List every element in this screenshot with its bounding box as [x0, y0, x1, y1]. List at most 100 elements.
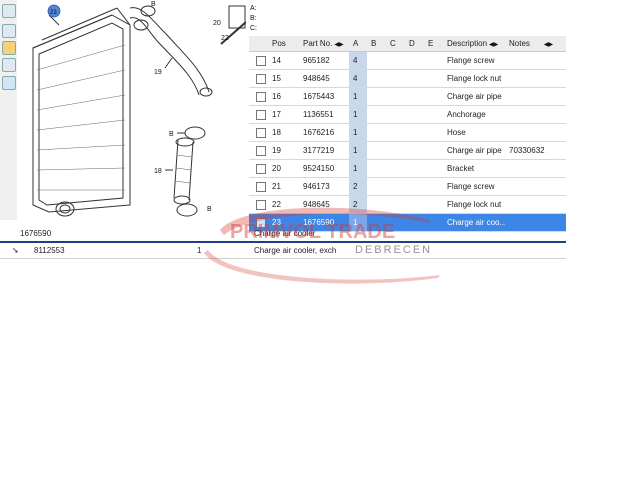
callout-label[interactable]: B [151, 1, 156, 8]
cell-a: 1 [353, 164, 358, 173]
cell-a: 1 [353, 146, 358, 155]
col-header-description[interactable]: Description ◀▶ [447, 36, 498, 51]
cell-description: Charge air pipe [447, 92, 502, 101]
fit-icon[interactable] [2, 58, 16, 72]
sort-arrows-icon[interactable]: ◀▶ [544, 42, 553, 48]
charge-air-cooler-core [38, 22, 124, 206]
cell-part-no: 948645 [303, 74, 330, 83]
cell-pos: 15 [272, 74, 281, 83]
cell-description: Flange screw [447, 182, 495, 191]
cell-a: 1 [353, 92, 358, 101]
select-icon[interactable] [2, 4, 16, 18]
table-row[interactable]: 22 948645 2 Flange lock nut [249, 196, 566, 214]
row-checkbox[interactable] [256, 182, 266, 192]
legend-b: B: [250, 15, 257, 22]
callout-label[interactable]: B [207, 206, 212, 213]
cell-notes: 70330632 [509, 146, 545, 155]
cell-part-no: 1676216 [303, 128, 335, 137]
subpart-description: Charge air cooler [254, 229, 316, 238]
callout-label[interactable]: 18 [154, 168, 162, 175]
callout-label[interactable]: 23 [50, 10, 57, 16]
col-header-b[interactable]: B [371, 36, 376, 51]
row-checkbox[interactable] [256, 164, 266, 174]
cell-part-no: 948645 [303, 200, 330, 209]
col-header-a[interactable]: A [353, 36, 358, 51]
col-header-part-no[interactable]: Part No. ◀▶ [303, 36, 344, 51]
cell-pos: 14 [272, 56, 281, 65]
navigate-icon[interactable] [2, 76, 16, 90]
parts-drawing: 23 19 B B 18 20 22 B [17, 0, 246, 220]
cell-description: Flange lock nut [447, 74, 502, 83]
subpart-number: 8112553 [34, 246, 65, 255]
cell-part-no: 965182 [303, 56, 330, 65]
cell-a: 2 [353, 182, 358, 191]
col-header-pos[interactable]: Pos [272, 36, 286, 51]
list-item[interactable]: 1676590 Charge air cooler [0, 226, 566, 243]
sort-arrows-icon[interactable]: ◀▶ [489, 42, 498, 48]
subpart-qty: 1 [197, 246, 202, 255]
table-row[interactable]: 20 9524150 1 Bracket [249, 160, 566, 178]
legend-c: C: [250, 25, 257, 32]
cell-part-no: 1136551 [303, 110, 334, 119]
cell-pos: 18 [272, 128, 281, 137]
table-row[interactable]: 19 3177219 1 Charge air pipe 70330632 [249, 142, 566, 160]
cell-part-no: 3177219 [303, 146, 335, 155]
cell-pos: 21 [272, 182, 281, 191]
cell-a: 2 [353, 200, 358, 209]
arrow-right-icon: ➘ [12, 246, 19, 255]
table-row[interactable]: 14 965182 4 Flange screw [249, 52, 566, 70]
callout-label[interactable]: 19 [154, 69, 162, 76]
cell-description: Charge air pipe [447, 146, 502, 155]
row-checkbox[interactable] [256, 146, 266, 156]
row-checkbox[interactable] [256, 200, 266, 210]
row-checkbox[interactable] [256, 128, 266, 138]
cell-description: Flange screw [447, 56, 495, 65]
row-checkbox[interactable] [256, 110, 266, 120]
cell-pos: 22 [272, 200, 281, 209]
replacement-parts-list: 1676590 Charge air cooler ➘ 8112553 1 Ch… [0, 226, 566, 260]
table-row[interactable]: 15 948645 4 Flange lock nut [249, 70, 566, 88]
table-row[interactable]: 18 1676216 1 Hose [249, 124, 566, 142]
row-checkbox[interactable] [256, 92, 266, 102]
cell-part-no: 9524150 [303, 164, 335, 173]
callout-label[interactable]: B [169, 131, 174, 138]
drawing-canvas: 23 19 B B 18 20 22 B [32, 1, 246, 217]
list-item[interactable]: ➘ 8112553 1 Charge air cooler, exch [0, 243, 566, 259]
sort-arrows-icon[interactable]: ◀▶ [334, 42, 343, 48]
table-row[interactable]: 17 1136551 1 Anchorage [249, 106, 566, 124]
parts-table-header: Pos Part No. ◀▶ A B C D E Description ◀▶ N… [249, 36, 566, 52]
row-checkbox[interactable] [256, 74, 266, 84]
legend-a: A: [250, 5, 257, 12]
cell-a: 4 [353, 56, 358, 65]
legend: A: B: C: [250, 4, 257, 34]
cell-description: Hose [447, 128, 466, 137]
cell-part-no: 1675443 [303, 92, 335, 101]
cell-description: Anchorage [447, 110, 486, 119]
subpart-description: Charge air cooler, exch [254, 246, 337, 255]
col-header-c[interactable]: C [390, 36, 396, 51]
cell-description: Bracket [447, 164, 475, 173]
col-header-notes[interactable]: Notes ◀▶ [509, 36, 553, 51]
cell-a: 1 [353, 110, 358, 119]
cell-pos: 19 [272, 146, 281, 155]
parts-table: 14 965182 4 Flange screw 15 948645 4 Fla… [249, 52, 566, 232]
callout-label[interactable]: 22 [221, 35, 229, 42]
clamp-b [184, 126, 206, 140]
callout-label[interactable]: 20 [213, 20, 221, 27]
charge-air-cooler-outline [32, 14, 131, 213]
row-checkbox[interactable] [256, 56, 266, 66]
subpart-number: 1676590 [20, 229, 52, 238]
zoom-in-icon[interactable] [2, 24, 16, 38]
cell-pos: 20 [272, 164, 281, 173]
tool-panel [0, 0, 18, 220]
cell-description: Flange lock nut [447, 200, 502, 209]
cell-pos: 17 [272, 110, 281, 119]
cell-a: 4 [353, 74, 358, 83]
pan-icon[interactable] [2, 41, 16, 55]
cell-part-no: 946173 [303, 182, 330, 191]
table-row[interactable]: 21 946173 2 Flange screw [249, 178, 566, 196]
col-header-d[interactable]: D [409, 36, 415, 51]
cell-a: 1 [353, 128, 358, 137]
col-header-e[interactable]: E [428, 36, 433, 51]
table-row[interactable]: 16 1675443 1 Charge air pipe [249, 88, 566, 106]
